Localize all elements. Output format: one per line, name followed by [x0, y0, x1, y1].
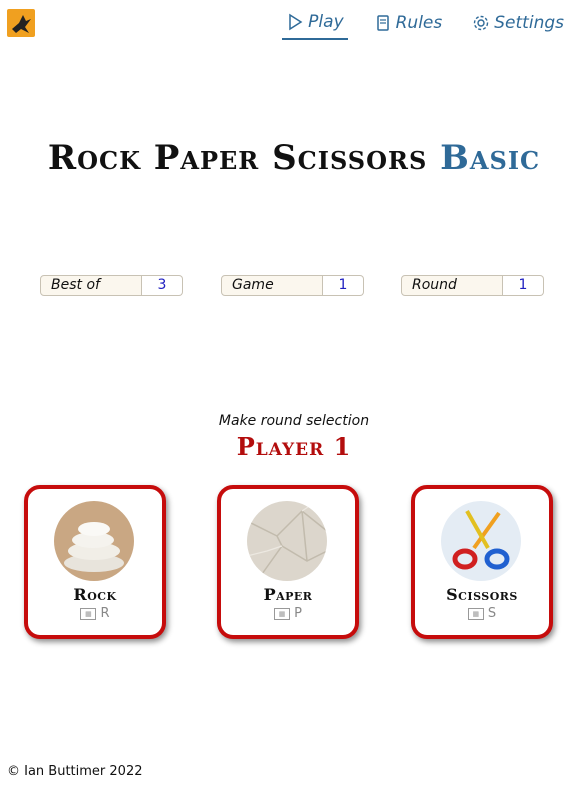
- keyboard-icon: ▦: [467, 607, 484, 620]
- keyboard-icon: ▦: [274, 607, 291, 620]
- nav-settings[interactable]: Settings: [468, 10, 568, 40]
- stat-round-label: Round: [401, 275, 503, 296]
- choice-scissors-shortcut: ▦ S: [415, 606, 549, 621]
- choice-rock-key: R: [100, 606, 110, 621]
- player-label: Player 1: [236, 432, 352, 461]
- book-icon: [376, 15, 389, 31]
- choice-paper-label: Paper: [263, 585, 313, 604]
- crumpled-paper-image: [247, 501, 327, 581]
- logo-icon: [12, 15, 31, 33]
- choice-scissors-label: Scissors: [446, 585, 518, 604]
- nav-play-label: Play: [308, 12, 344, 32]
- keyboard-icon: ▦: [80, 607, 97, 620]
- scissors-image: [441, 501, 521, 581]
- page-title: Rock Paper Scissors Basic: [0, 138, 588, 178]
- footer-copyright: © Ian Buttimer 2022: [7, 764, 143, 779]
- stat-game: Game 1: [221, 275, 364, 296]
- nav-rules-label: Rules: [395, 13, 443, 33]
- choice-rock-label: Rock: [73, 585, 117, 604]
- nav-play[interactable]: Play: [282, 10, 348, 40]
- stat-round-value: 1: [503, 275, 544, 296]
- title-main: Rock Paper Scissors: [47, 138, 428, 178]
- stat-best-of-value: 3: [142, 275, 183, 296]
- play-icon: [289, 13, 303, 31]
- nav-rules[interactable]: Rules: [370, 10, 447, 40]
- rock-stack-image: [54, 501, 134, 581]
- gear-icon: [474, 15, 489, 31]
- nav-settings-label: Settings: [494, 13, 564, 33]
- stat-best-of-label: Best of: [40, 275, 142, 296]
- title-accent: Basic: [440, 138, 541, 178]
- stat-game-label: Game: [221, 275, 323, 296]
- choice-scissors-key: S: [487, 606, 497, 621]
- choice-rock-shortcut: ▦ R: [28, 606, 162, 621]
- stat-best-of: Best of 3: [40, 275, 183, 296]
- choice-paper[interactable]: Paper ▦ P: [217, 485, 359, 639]
- choice-paper-shortcut: ▦ P: [221, 606, 355, 621]
- choice-scissors[interactable]: Scissors ▦ S: [411, 485, 553, 639]
- selection-prompt: Make round selection: [218, 413, 370, 429]
- top-nav: Play Rules Settings: [282, 10, 568, 40]
- choice-paper-key: P: [294, 606, 302, 621]
- stat-game-value: 1: [323, 275, 364, 296]
- stat-round: Round 1: [401, 275, 544, 296]
- app-logo[interactable]: [7, 9, 35, 37]
- choice-rock[interactable]: Rock ▦ R: [24, 485, 166, 639]
